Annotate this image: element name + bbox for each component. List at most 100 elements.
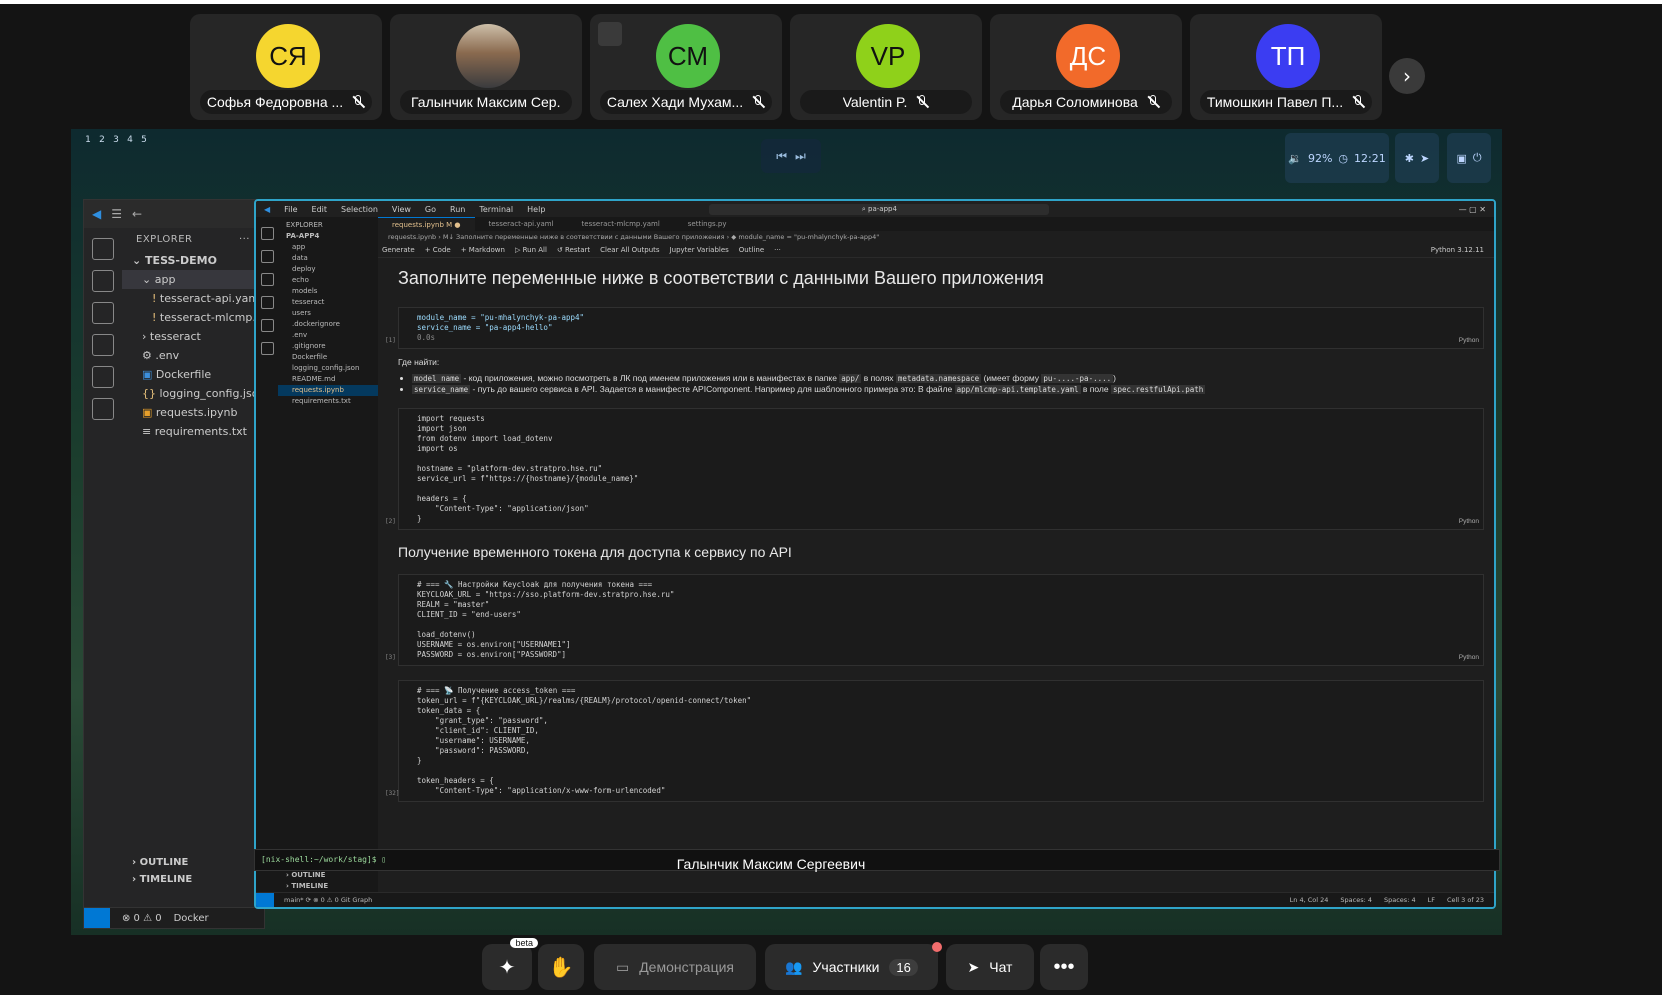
search-icon[interactable]	[92, 270, 114, 292]
code-cell[interactable]: # === 📡 Получение access_token === token…	[385, 680, 1484, 802]
tree-item[interactable]: ! tesseract-mlcmp....	[122, 308, 266, 327]
jupyter-variables-button[interactable]: Jupyter Variables	[670, 243, 729, 257]
tree-item[interactable]: app	[278, 242, 378, 253]
add-code-button[interactable]: + Code	[425, 243, 451, 257]
tray-network[interactable]: ✱ ➤	[1395, 133, 1439, 183]
menu-icon[interactable]: ☰	[111, 207, 122, 221]
tree-item[interactable]: README.md	[278, 374, 378, 385]
tree-root[interactable]: ⌄ TESS-DEMO	[122, 251, 264, 270]
ai-assistant-button[interactable]: ✦ beta	[482, 938, 538, 990]
tree-item[interactable]: users	[278, 308, 378, 319]
screen-share-button[interactable]: ▭ Демонстрация	[594, 944, 756, 990]
extensions-icon[interactable]	[92, 366, 114, 388]
explorer-icon[interactable]	[260, 227, 274, 240]
previous-icon[interactable]: ⏮	[776, 149, 787, 164]
search-icon[interactable]	[260, 250, 274, 263]
command-search[interactable]: ⌕ pa-app4	[709, 203, 1050, 215]
testing-icon[interactable]	[92, 398, 114, 420]
menu-view[interactable]: View	[392, 205, 411, 214]
next-participants-button[interactable]: ›	[1389, 58, 1425, 94]
timeline-section[interactable]: › TIMELINE	[278, 880, 378, 891]
mic-muted-icon	[1351, 95, 1365, 109]
mic-muted-icon	[915, 95, 929, 109]
restart-button[interactable]: ↺ Restart	[557, 243, 590, 257]
tree-item[interactable]: ≡ requirements.txt	[122, 422, 264, 441]
add-markdown-button[interactable]: + Markdown	[461, 243, 505, 257]
tree-item[interactable]: echo	[278, 275, 378, 286]
back-icon[interactable]: ←	[132, 207, 142, 221]
tree-item[interactable]: tesseract	[278, 297, 378, 308]
workspace-indicator[interactable]: 12345	[81, 135, 155, 181]
tree-item[interactable]: data	[278, 253, 378, 264]
more-icon[interactable]: ···	[239, 234, 250, 245]
run-all-button[interactable]: ▷ Run All	[515, 243, 547, 257]
run-debug-icon[interactable]	[92, 334, 114, 356]
participant-tile[interactable]: ДС Дарья Соломинова	[990, 14, 1182, 120]
run-debug-icon[interactable]	[260, 296, 274, 309]
generate-button[interactable]: Generate	[382, 243, 415, 257]
menu-edit[interactable]: Edit	[312, 205, 328, 214]
tree-item[interactable]: models	[278, 286, 378, 297]
tree-item[interactable]: Dockerfile	[278, 352, 378, 363]
explorer-icon[interactable]	[92, 238, 114, 260]
tab-tesseract-mlcmp[interactable]: tesseract-mlcmp.yaml	[568, 217, 674, 231]
outline-button[interactable]: Outline	[739, 243, 764, 257]
media-controls[interactable]: ⏮ ⏭	[761, 139, 821, 173]
menu-selection[interactable]: Selection	[341, 205, 378, 214]
extensions-icon[interactable]	[260, 319, 274, 332]
menu-terminal[interactable]: Terminal	[479, 205, 513, 214]
menu-file[interactable]: File	[284, 205, 297, 214]
more-options-button[interactable]: •••	[1040, 944, 1088, 990]
tree-item[interactable]: .env	[278, 330, 378, 341]
tree-item[interactable]: ▣ Dockerfile	[122, 365, 264, 384]
tray-power[interactable]: ▣ ⏻	[1447, 133, 1491, 183]
menu-go[interactable]: Go	[425, 205, 436, 214]
remote-indicator[interactable]	[256, 893, 274, 907]
participant-tile[interactable]: СЯ Софья Федоровна ...	[190, 14, 382, 120]
screen-icon: ▭	[615, 958, 630, 975]
kernel-picker[interactable]: Python 3.12.11	[1431, 243, 1494, 257]
tree-item[interactable]: {} logging_config.json	[122, 384, 265, 403]
people-icon: 👥	[785, 958, 803, 975]
outline-section[interactable]: › OUTLINE	[122, 854, 264, 871]
tree-item[interactable]: ! tesseract-api.yaml	[122, 289, 264, 308]
timeline-section[interactable]: › TIMELINE	[122, 871, 264, 888]
tree-item[interactable]: .gitignore	[278, 341, 378, 352]
tree-item[interactable]: ⌄ app	[122, 270, 264, 289]
tab-requests[interactable]: requests.ipynb M ●	[378, 217, 475, 231]
tree-item[interactable]: logging_config.json	[278, 363, 378, 374]
next-icon[interactable]: ⏭	[795, 149, 806, 164]
clear-outputs-button[interactable]: Clear All Outputs	[600, 243, 659, 257]
tree-item[interactable]: deploy	[278, 264, 378, 275]
testing-icon[interactable]	[260, 342, 274, 355]
system-tray: 🔉 92% ◷ 12:21	[1285, 133, 1389, 183]
window-controls[interactable]: — ▢ ✕	[1459, 205, 1494, 214]
tree-item[interactable]: ▣ requests.ipynb	[122, 403, 264, 422]
tab-settings[interactable]: settings.py	[674, 217, 741, 231]
chat-button[interactable]: ➤ Чат	[946, 944, 1034, 990]
source-control-icon[interactable]	[92, 302, 114, 324]
source-control-icon[interactable]	[260, 273, 274, 286]
tree-item[interactable]: ⚙ .env	[122, 346, 264, 365]
participant-tile[interactable]: VP Valentin P.	[790, 14, 982, 120]
menu-run[interactable]: Run	[450, 205, 465, 214]
markdown-cell[interactable]: Где найти: model name - код приложения, …	[398, 357, 1494, 394]
code-cell[interactable]: import requests import json from dotenv …	[385, 408, 1484, 530]
tree-item[interactable]: requirements.txt	[278, 396, 378, 407]
menu-help[interactable]: Help	[527, 205, 545, 214]
participants-button[interactable]: 👥 Участники 16	[765, 942, 942, 990]
tree-item[interactable]: .dockerignore	[278, 319, 378, 330]
participant-tile[interactable]: СМ Салех Хади Мухам...	[590, 14, 782, 120]
tree-item-active[interactable]: requests.ipynb	[278, 384, 378, 396]
tree-item[interactable]: › tesseract	[122, 327, 264, 346]
tab-tesseract-api[interactable]: tesseract-api.yaml	[475, 217, 568, 231]
code-cell[interactable]: module_name = "pu-mhalynchyk-pa-app4" se…	[385, 307, 1484, 349]
code-cell[interactable]: # === 🔧 Настройки Keycloak для получения…	[385, 574, 1484, 666]
tree-root[interactable]: PA-APP4	[278, 231, 378, 242]
breadcrumb[interactable]: requests.ipynb › M↓ Заполните переменные…	[378, 231, 1494, 243]
remote-indicator[interactable]	[84, 908, 110, 928]
participant-tile[interactable]: ТП Тимошкин Павел П...	[1190, 14, 1382, 120]
more-button[interactable]: ···	[774, 243, 781, 257]
raise-hand-button[interactable]: ✋	[538, 944, 584, 990]
participant-tile[interactable]: Галынчик Максим Сер...	[390, 14, 582, 120]
